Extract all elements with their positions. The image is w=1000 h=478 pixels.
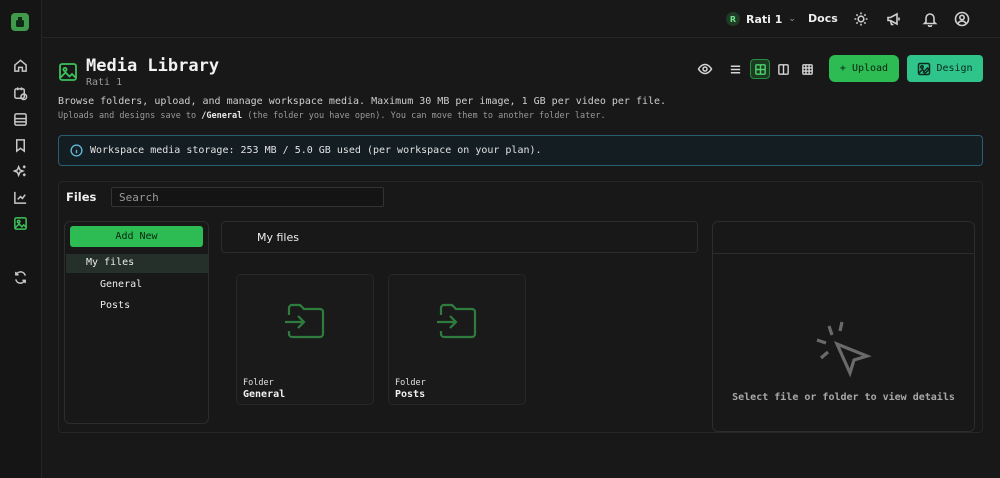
- folder-name: Posts: [395, 389, 426, 400]
- sidebar: [0, 0, 42, 478]
- workspace-badge: R: [726, 12, 740, 26]
- app-logo[interactable]: [11, 13, 29, 31]
- page-title: Media Library: [86, 56, 220, 76]
- layout-icon[interactable]: [9, 108, 31, 130]
- bell-icon[interactable]: [922, 11, 938, 28]
- design-label: Design: [936, 63, 973, 74]
- upload-note-prefix: Uploads and designs save to: [58, 111, 202, 121]
- list-view-button[interactable]: [725, 59, 745, 79]
- media-library-icon: [58, 62, 78, 82]
- folder-name: General: [243, 389, 286, 400]
- folder-card-posts[interactable]: Folder Posts: [388, 274, 526, 405]
- tree-item-posts[interactable]: Posts: [100, 300, 130, 311]
- tree-item-my-files[interactable]: My files: [66, 254, 208, 273]
- details-empty-text: Select file or folder to view details: [732, 392, 955, 403]
- megaphone-icon[interactable]: [886, 11, 902, 27]
- design-button[interactable]: Design: [907, 55, 983, 82]
- breadcrumb-current: My files: [257, 231, 299, 244]
- upload-label: + Upload: [839, 63, 889, 74]
- home-icon[interactable]: [9, 54, 31, 76]
- storage-banner: Workspace media storage: 253 MB / 5.0 GB…: [58, 135, 983, 166]
- details-panel: Select file or folder to view details: [712, 221, 975, 432]
- refresh-icon[interactable]: [9, 266, 31, 288]
- cursor-click-icon: [807, 312, 879, 384]
- page-subtitle: Rati 1: [86, 77, 123, 88]
- folder-input-icon: [435, 301, 481, 341]
- tree-item-label: My files: [86, 257, 135, 268]
- details-header-divider: [713, 253, 974, 254]
- workspace-name: Rati 1: [746, 12, 783, 26]
- upload-note-path: /General: [201, 111, 243, 121]
- folder-card-general[interactable]: Folder General: [236, 274, 374, 405]
- sun-icon[interactable]: [853, 11, 869, 27]
- chart-icon[interactable]: [9, 186, 31, 208]
- folder-tree-panel: [64, 221, 209, 424]
- split-view-button[interactable]: [773, 59, 793, 79]
- folder-type: Folder: [395, 378, 426, 388]
- gallery-view-button[interactable]: [797, 59, 817, 79]
- info-icon: [70, 144, 83, 157]
- breadcrumb: My files: [221, 221, 698, 253]
- add-new-button[interactable]: Add New: [70, 226, 203, 247]
- folder-input-icon: [283, 301, 329, 341]
- design-icon: [918, 62, 931, 75]
- page-description: Browse folders, upload, and manage works…: [58, 96, 667, 107]
- calendar-clock-icon[interactable]: [9, 82, 31, 104]
- grid-view-button[interactable]: [750, 59, 770, 79]
- bookmark-icon[interactable]: [9, 134, 31, 156]
- chevron-down-icon: ⌄: [788, 14, 796, 24]
- docs-link[interactable]: Docs: [808, 12, 838, 25]
- image-icon[interactable]: [9, 212, 31, 234]
- upload-note: Uploads and designs save to /General (th…: [58, 111, 606, 121]
- eye-icon[interactable]: [697, 61, 713, 77]
- workspace-switcher[interactable]: R Rati 1 ⌄: [726, 11, 796, 27]
- storage-text: Workspace media storage: 253 MB / 5.0 GB…: [90, 145, 542, 156]
- folder-type: Folder: [243, 378, 274, 388]
- upload-note-suffix: (the folder you have open). You can move…: [242, 111, 606, 121]
- search-input[interactable]: [111, 187, 384, 207]
- sparkles-icon[interactable]: [9, 160, 31, 182]
- user-icon[interactable]: [954, 11, 970, 27]
- upload-button[interactable]: + Upload: [829, 55, 899, 82]
- files-label: Files: [66, 190, 97, 204]
- tree-item-general[interactable]: General: [100, 279, 142, 290]
